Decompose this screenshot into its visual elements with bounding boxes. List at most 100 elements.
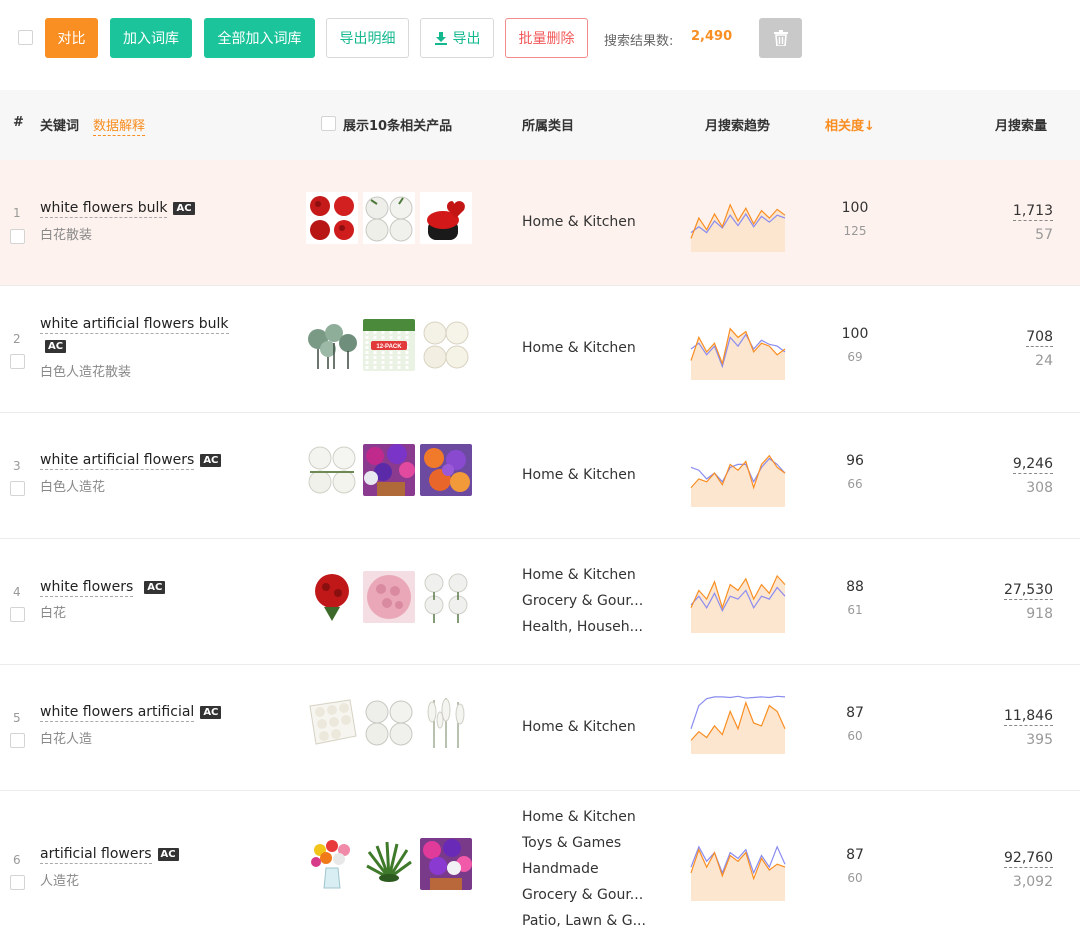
result-count-label: 搜索结果数: bbox=[604, 34, 674, 49]
table-row: 4 white flowers AC 白花 Home & Kitchen Groc… bbox=[0, 539, 1080, 665]
relevance: 100 125 bbox=[825, 200, 885, 238]
header-relevance-sort[interactable]: 相关度↓ bbox=[825, 115, 875, 134]
volume-value[interactable]: 92,760 bbox=[1004, 850, 1053, 868]
keyword-text[interactable]: white flowers bbox=[40, 579, 134, 597]
add-to-library-button[interactable]: 加入词库 bbox=[110, 18, 192, 58]
red-rose-bouquets-image[interactable] bbox=[306, 192, 358, 244]
trend-chart bbox=[690, 695, 786, 754]
trash-button[interactable] bbox=[759, 18, 802, 58]
volume-value[interactable]: 708 bbox=[1026, 329, 1053, 347]
product-thumbnails bbox=[306, 444, 472, 496]
volume-value[interactable]: 9,246 bbox=[1012, 456, 1053, 474]
ac-badge: AC bbox=[144, 581, 166, 594]
table-row: 6 artificial flowers AC 人造花 Home & Kitche… bbox=[0, 791, 1080, 934]
green-grass-bush-image[interactable] bbox=[363, 838, 415, 890]
show-products-checkbox[interactable] bbox=[321, 116, 336, 131]
keyword-text[interactable]: white artificial flowers bbox=[40, 452, 195, 470]
volume-value[interactable]: 11,846 bbox=[1004, 708, 1053, 726]
relevance-value: 100 bbox=[841, 200, 869, 216]
row-checkbox[interactable] bbox=[10, 481, 25, 496]
data-explain-link[interactable]: 数据解释 bbox=[93, 115, 146, 136]
row-index: 4 bbox=[13, 585, 21, 599]
relevance-sub: 125 bbox=[843, 224, 867, 238]
add-all-to-library-button[interactable]: 全部加入词库 bbox=[204, 18, 315, 58]
trend-area bbox=[691, 328, 785, 380]
white-rose-bushes-image[interactable] bbox=[306, 444, 358, 496]
keyword-text[interactable]: white artificial flowers bulk bbox=[40, 316, 229, 334]
keyword[interactable]: white flowers bulk AC bbox=[40, 200, 195, 218]
keyword[interactable]: white flowers artificial AC bbox=[40, 704, 222, 722]
ac-badge: AC bbox=[200, 454, 222, 467]
row-index: 5 bbox=[13, 711, 21, 725]
search-volume: 9,246 308 bbox=[1012, 453, 1053, 496]
row-checkbox[interactable] bbox=[10, 229, 25, 244]
relevance-sub: 61 bbox=[847, 603, 863, 617]
orange-purple-flowers-image[interactable] bbox=[420, 444, 472, 496]
pink-purple-potted-flowers-image[interactable] bbox=[420, 838, 472, 890]
keyword-translation: 白色人造花 bbox=[40, 480, 106, 495]
category-item: Handmade bbox=[522, 861, 599, 877]
keyword-translation: 人造花 bbox=[40, 874, 80, 889]
header-show-products: 展示10条相关产品 bbox=[343, 119, 453, 134]
keyword[interactable]: white flowers AC bbox=[40, 579, 166, 597]
red-rose-bouquet-image[interactable] bbox=[306, 571, 358, 623]
row-checkbox[interactable] bbox=[10, 875, 25, 890]
keyword-text[interactable]: artificial flowers bbox=[40, 846, 152, 864]
relevance: 87 60 bbox=[825, 847, 885, 885]
header-volume[interactable]: 月搜索量 bbox=[995, 115, 1047, 134]
purple-potted-flowers-image[interactable] bbox=[363, 444, 415, 496]
trend-chart bbox=[690, 203, 786, 252]
export-detail-button[interactable]: 导出明细 bbox=[326, 18, 409, 58]
white-foam-roses-box-image[interactable] bbox=[306, 696, 358, 748]
keyword-text[interactable]: white flowers bulk bbox=[40, 200, 168, 218]
bulk-delete-button[interactable]: 批量删除 bbox=[505, 18, 588, 58]
white-rose-bouquets-image[interactable] bbox=[363, 696, 415, 748]
ac-badge: AC bbox=[45, 340, 67, 353]
volume-value[interactable]: 1,713 bbox=[1012, 203, 1053, 221]
category-item: Home & Kitchen bbox=[522, 809, 636, 825]
relevance-sub: 60 bbox=[847, 729, 863, 743]
header-trend: 月搜索趋势 bbox=[705, 119, 771, 134]
compare-button[interactable]: 对比 bbox=[45, 18, 98, 58]
category-item: Home & Kitchen bbox=[522, 214, 636, 230]
white-wisteria-stems-image[interactable] bbox=[420, 696, 472, 748]
keyword[interactable]: white artificial flowers AC bbox=[40, 452, 222, 470]
keyword-text[interactable]: white flowers artificial bbox=[40, 704, 195, 722]
keyword[interactable]: white artificial flowers bulk bbox=[40, 316, 229, 334]
volume-sub: 3,092 bbox=[1012, 874, 1053, 890]
volume-value[interactable]: 27,530 bbox=[1004, 582, 1053, 600]
relevance-value: 100 bbox=[841, 326, 869, 342]
row-checkbox[interactable] bbox=[10, 733, 25, 748]
volume-sub: 57 bbox=[1035, 227, 1053, 243]
volume-sub: 24 bbox=[1035, 353, 1053, 369]
mixed-rose-vase-image[interactable] bbox=[306, 838, 358, 890]
row-index: 3 bbox=[13, 459, 21, 473]
export-button[interactable]: 导出 bbox=[420, 18, 494, 58]
ac-badge: AC bbox=[157, 848, 179, 861]
product-thumbnails bbox=[306, 192, 472, 244]
white-flower-garland-12-pack-image[interactable]: 12-PACK bbox=[363, 319, 415, 371]
trend-chart bbox=[690, 845, 786, 901]
relevance: 96 66 bbox=[825, 453, 885, 491]
category-item: Home & Kitchen bbox=[522, 467, 636, 483]
product-thumbnails bbox=[306, 838, 472, 890]
white-rose-bouquets-image[interactable] bbox=[363, 192, 415, 244]
pink-rose-ball-image[interactable] bbox=[363, 571, 415, 623]
row-checkbox[interactable] bbox=[10, 354, 25, 369]
succulent-stems-image[interactable] bbox=[306, 319, 358, 371]
download-icon bbox=[434, 32, 447, 45]
select-all-checkbox[interactable] bbox=[18, 30, 33, 45]
row-checkbox[interactable] bbox=[10, 607, 25, 622]
result-count-value: 2,490 bbox=[691, 29, 733, 44]
volume-sub: 918 bbox=[1026, 606, 1053, 622]
relevance-sub: 66 bbox=[847, 477, 863, 491]
search-volume: 92,760 3,092 bbox=[1004, 847, 1053, 890]
search-volume: 1,713 57 bbox=[1012, 200, 1053, 243]
white-baby-breath-image[interactable] bbox=[420, 571, 472, 623]
product-thumbnails bbox=[306, 696, 472, 748]
red-rose-heart-box-image[interactable] bbox=[420, 192, 472, 244]
header-keyword: 关键词 bbox=[40, 119, 80, 134]
relevance-value: 87 bbox=[846, 705, 864, 721]
keyword[interactable]: artificial flowers AC bbox=[40, 846, 179, 864]
white-rose-balls-image[interactable] bbox=[420, 319, 472, 371]
